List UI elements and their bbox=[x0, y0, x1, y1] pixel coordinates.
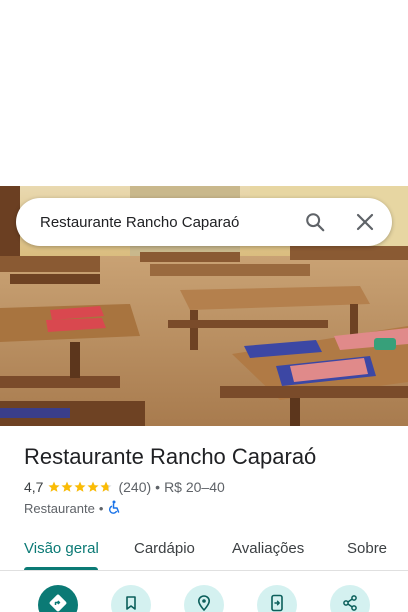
action-buttons bbox=[0, 585, 408, 612]
directions-icon bbox=[48, 593, 68, 612]
separator-dot: • bbox=[155, 479, 161, 495]
send-to-phone-icon bbox=[269, 594, 285, 612]
bookmark-icon bbox=[123, 595, 139, 612]
tab-reviews[interactable]: Avaliações bbox=[232, 540, 304, 557]
category-row: Restaurante • bbox=[24, 500, 121, 517]
save-button[interactable] bbox=[111, 585, 151, 612]
star-icon bbox=[100, 481, 112, 492]
share-icon bbox=[341, 594, 359, 612]
star-icon bbox=[61, 481, 73, 492]
place-title: Restaurante Rancho Caparaó bbox=[24, 444, 317, 469]
directions-button[interactable] bbox=[38, 585, 78, 612]
rating-row[interactable]: 4,7 (240) • R$ 20–40 bbox=[24, 479, 225, 495]
place-category: Restaurante bbox=[24, 501, 95, 516]
star-icon bbox=[87, 481, 99, 492]
send-to-phone-button[interactable] bbox=[257, 585, 297, 612]
rating-value: 4,7 bbox=[24, 479, 44, 495]
star-icon bbox=[74, 481, 86, 492]
map-area-blank bbox=[0, 0, 408, 186]
search-bar[interactable]: Restaurante Rancho Caparaó bbox=[16, 198, 392, 246]
search-icon[interactable] bbox=[300, 207, 330, 237]
place-tabs: Visão geral Cardápio Avaliações Sobre bbox=[0, 532, 408, 571]
search-input[interactable]: Restaurante Rancho Caparaó bbox=[16, 214, 300, 231]
share-button[interactable] bbox=[330, 585, 370, 612]
price-range: R$ 20–40 bbox=[164, 479, 225, 495]
tab-about[interactable]: Sobre bbox=[347, 540, 387, 557]
review-count[interactable]: (240) bbox=[118, 479, 151, 495]
separator-dot: • bbox=[98, 501, 104, 516]
tab-menu[interactable]: Cardápio bbox=[134, 540, 195, 557]
tab-overview[interactable]: Visão geral bbox=[24, 540, 99, 557]
wheelchair-icon bbox=[107, 500, 121, 517]
active-tab-indicator bbox=[24, 567, 98, 570]
location-pin-icon bbox=[195, 594, 213, 612]
close-icon[interactable] bbox=[350, 207, 380, 237]
nearby-button[interactable] bbox=[184, 585, 224, 612]
star-icon bbox=[48, 481, 60, 492]
rating-stars bbox=[48, 481, 113, 493]
